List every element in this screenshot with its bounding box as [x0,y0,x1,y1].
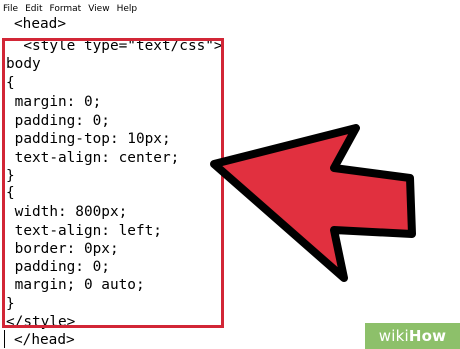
pointer-arrow-icon [210,124,416,282]
wikihow-watermark: wiki How [365,323,460,349]
arrow-shape [210,124,416,282]
menu-view[interactable]: View [88,4,109,14]
menu-bar: File Edit Format View Help [0,0,460,17]
notepad-window: File Edit Format View Help <head> <style… [0,0,460,349]
watermark-wiki: wiki [378,327,409,345]
menu-format[interactable]: Format [50,4,82,14]
menu-edit[interactable]: Edit [25,4,42,14]
watermark-how: How [408,327,447,345]
menu-help[interactable]: Help [117,4,138,14]
code-line: </head> [14,332,75,348]
menu-file[interactable]: File [3,4,18,14]
code-line: <head> [14,16,66,32]
text-cursor [4,330,5,348]
highlight-box [2,38,224,328]
